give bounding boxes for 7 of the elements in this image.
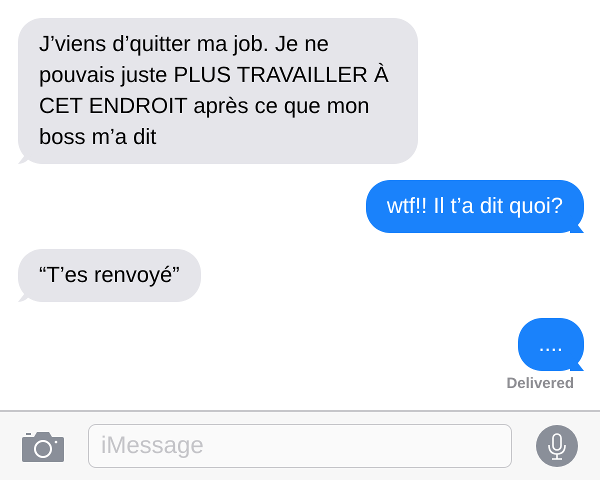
message-bubble: wtf!! Il t’a dit quoi? (366, 180, 584, 233)
delivery-status: Delivered (506, 375, 574, 392)
microphone-icon[interactable] (536, 425, 578, 467)
camera-icon[interactable] (22, 430, 64, 462)
message-bubble: J’viens d’quitter ma job. Je ne pouvais juste PLUS TRAVAILLER À CET ENDROIT après ce que mon boss m’a dit (18, 18, 418, 164)
message-bubble: “T’es renvoyé” (18, 249, 201, 302)
message-bubble: .... (518, 318, 584, 371)
